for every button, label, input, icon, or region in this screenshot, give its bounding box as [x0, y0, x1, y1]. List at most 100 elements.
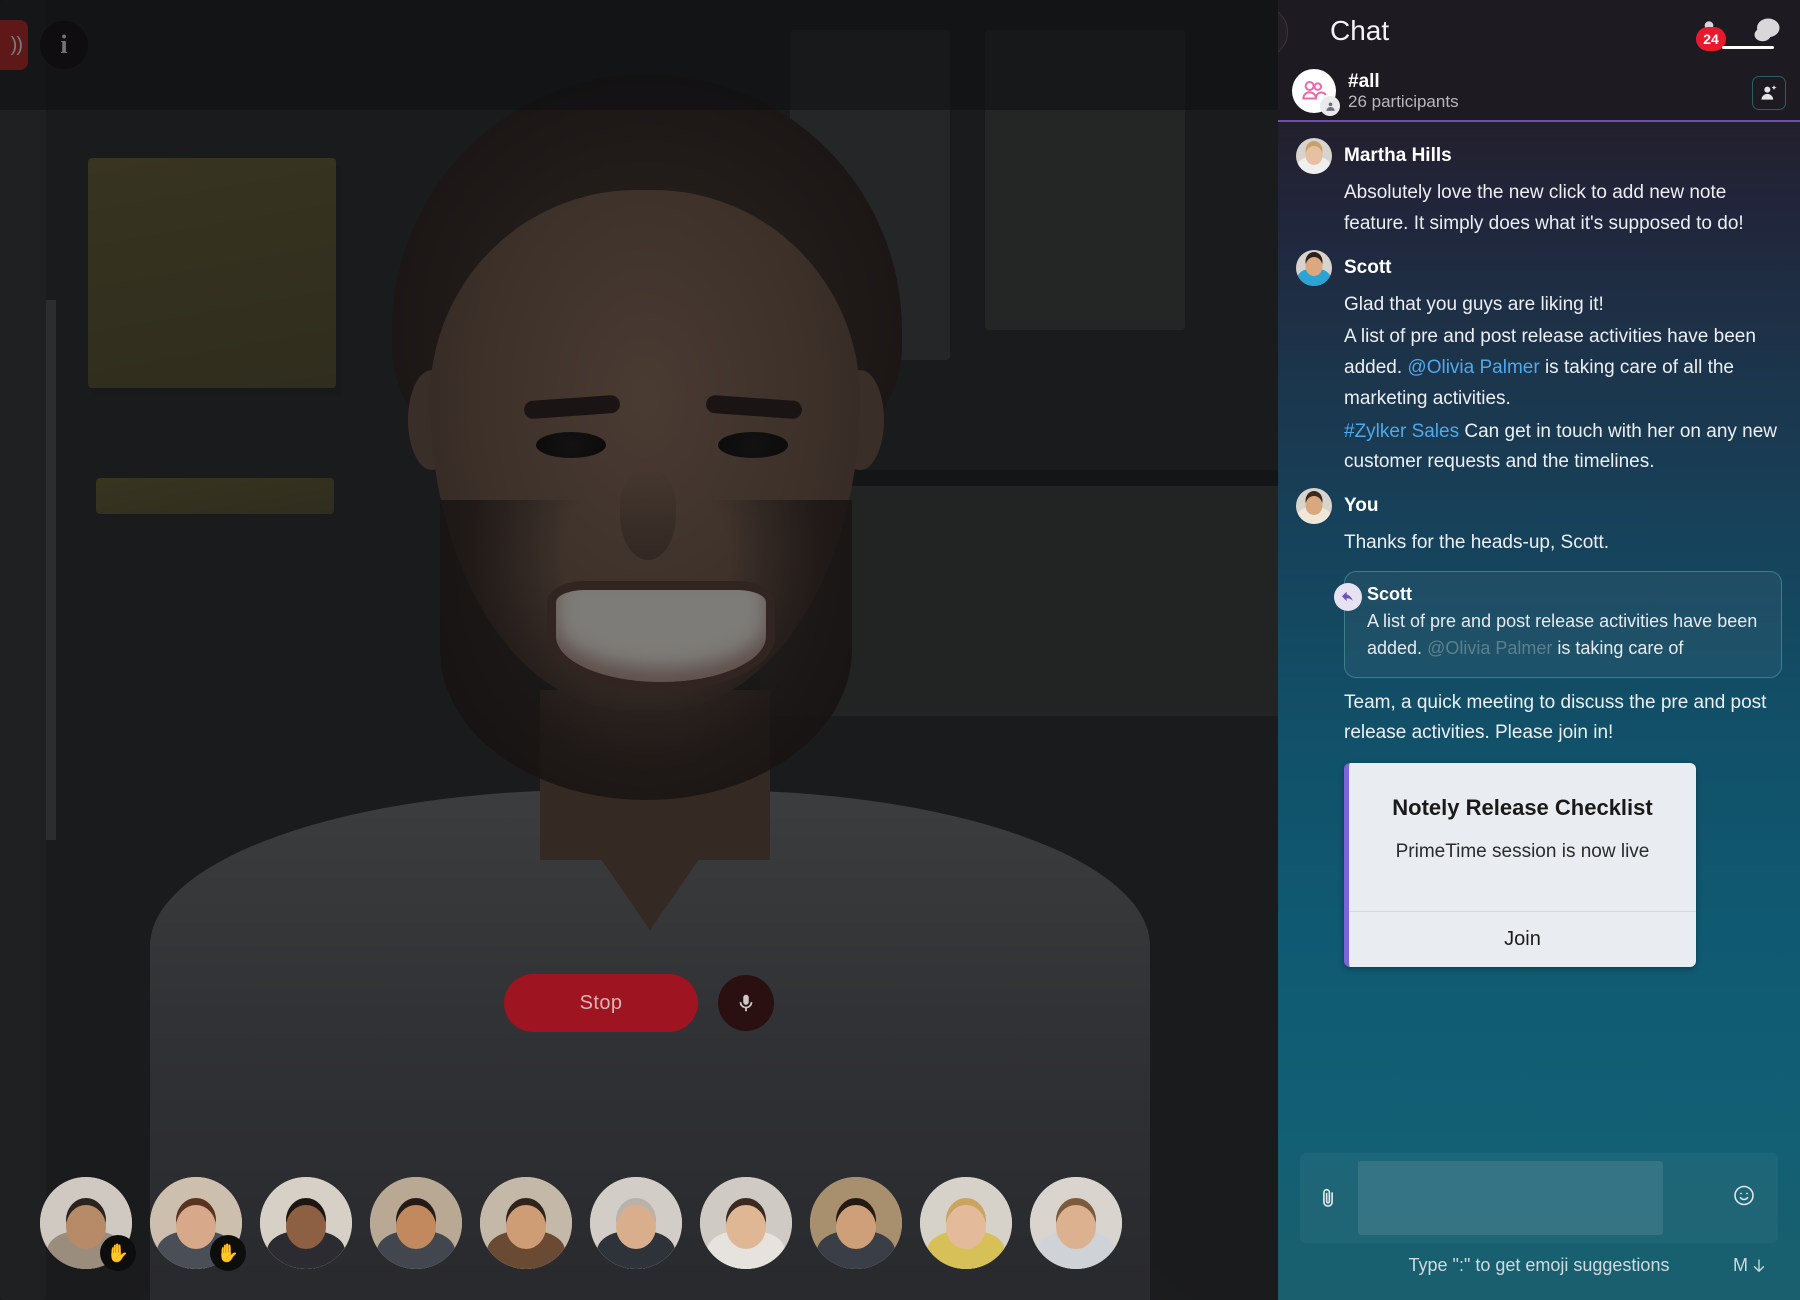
message-text: Team, a quick meeting to discuss the pre…: [1344, 692, 1766, 744]
avatar-head: [946, 1205, 986, 1249]
participant-thumbnail[interactable]: ✋: [150, 1177, 242, 1269]
participant-avatar: [590, 1177, 682, 1269]
participant-thumbnail[interactable]: [1030, 1177, 1122, 1269]
participant-thumbnail[interactable]: [700, 1177, 792, 1269]
avatar: [1296, 250, 1332, 286]
message-text: Glad that you guys are liking it!: [1344, 294, 1604, 315]
raised-hand-icon: ✋: [100, 1235, 136, 1271]
participant-thumbnail[interactable]: [810, 1177, 902, 1269]
participant-thumbnail[interactable]: ✋: [40, 1177, 132, 1269]
paperclip-icon[interactable]: [1310, 1175, 1346, 1221]
channel-link[interactable]: #Zylker Sales: [1344, 421, 1459, 442]
participant-avatar: [260, 1177, 352, 1269]
message-sender: Martha Hills: [1344, 145, 1452, 167]
message-input-wrap: [1358, 1161, 1768, 1235]
avatar-head: [286, 1205, 326, 1249]
participant-thumbnail[interactable]: [920, 1177, 1012, 1269]
participant-thumbnail[interactable]: [480, 1177, 572, 1269]
microphone-icon[interactable]: [718, 975, 774, 1031]
recording-badge: )): [0, 20, 28, 70]
chat-message: You Thanks for the heads-up, Scott. ScottA…: [1278, 488, 1800, 967]
chat-panel: Chat 24 #all 26 parti: [1278, 0, 1800, 1300]
message-list[interactable]: Martha Hills Absolutely love the new clic…: [1278, 122, 1800, 1153]
participant-avatar: [920, 1177, 1012, 1269]
message-text: Absolutely love the new click to add new…: [1344, 182, 1744, 234]
message-text: Thanks for the heads-up, Scott.: [1344, 532, 1609, 553]
message-input[interactable]: [1358, 1161, 1663, 1235]
avatar-head: [836, 1205, 876, 1249]
message-text: is taking care of: [1552, 638, 1683, 658]
markdown-label: M: [1733, 1255, 1748, 1276]
participant-avatar: [370, 1177, 462, 1269]
mention-link[interactable]: @Olivia Palmer: [1407, 357, 1539, 378]
message-paragraph: Glad that you guys are liking it!: [1344, 290, 1782, 321]
card-title: Notely Release Checklist: [1367, 795, 1678, 821]
video-stage: )) i Stop ✋✋: [0, 0, 1278, 1300]
call-controls: Stop: [0, 974, 1278, 1032]
add-person-icon[interactable]: [1752, 76, 1786, 110]
participant-avatar: [700, 1177, 792, 1269]
message-paragraph: A list of pre and post release activitie…: [1344, 322, 1782, 414]
meeting-invite-card: Notely Release Checklist PrimeTime sessio…: [1344, 763, 1696, 967]
message-paragraph: Thanks for the heads-up, Scott.: [1344, 528, 1782, 559]
group-badge-icon: [1320, 96, 1340, 116]
participant-avatar: [480, 1177, 572, 1269]
card-content: Notely Release Checklist PrimeTime sessio…: [1349, 763, 1696, 911]
composer-row: [1300, 1153, 1778, 1243]
avatar-head: [1056, 1205, 1096, 1249]
join-button[interactable]: Join: [1349, 911, 1696, 967]
avatar: [1296, 138, 1332, 174]
quote-sender: Scott: [1367, 584, 1765, 605]
stage-overlay-dim: [0, 0, 1278, 1300]
chat-bubble-icon[interactable]: [1750, 11, 1784, 51]
avatar-head: [506, 1205, 546, 1249]
message-paragraph: Team, a quick meeting to discuss the pre…: [1344, 688, 1782, 750]
emoji-smiley-icon[interactable]: [1732, 1184, 1756, 1213]
participant-thumbnail[interactable]: [260, 1177, 352, 1269]
participants-strip[interactable]: ✋✋: [0, 1168, 1278, 1278]
participant-thumbnail[interactable]: [590, 1177, 682, 1269]
message-composer: Type ":" to get emoji suggestions M: [1278, 1153, 1800, 1300]
stop-button[interactable]: Stop: [504, 974, 698, 1032]
group-avatar-icon: [1292, 69, 1336, 113]
avatar-head: [1306, 146, 1323, 165]
avatar-head: [1306, 496, 1323, 515]
participant-thumbnail[interactable]: [370, 1177, 462, 1269]
participant-avatar: [810, 1177, 902, 1269]
people-icon[interactable]: 24: [1692, 11, 1726, 51]
arrow-down-icon: [1750, 1257, 1768, 1275]
card-subtitle: PrimeTime session is now live: [1367, 841, 1678, 863]
chat-header-actions: 24: [1692, 0, 1784, 62]
avatar-head: [1306, 257, 1323, 276]
mention-link[interactable]: @Olivia Palmer: [1427, 638, 1552, 658]
avatar-head: [176, 1205, 216, 1249]
recording-badge-label: )): [11, 34, 22, 57]
info-icon[interactable]: i: [40, 21, 88, 69]
channel-participants: 26 participants: [1348, 92, 1459, 111]
chat-message: Martha Hills Absolutely love the new clic…: [1278, 138, 1800, 240]
reply-icon: [1334, 583, 1362, 611]
message-sender: You: [1344, 495, 1378, 517]
channel-name: #all: [1348, 71, 1459, 92]
channel-bar[interactable]: #all 26 participants: [1278, 62, 1800, 122]
composer-footer: Type ":" to get emoji suggestions M: [1300, 1243, 1778, 1292]
quoted-message[interactable]: ScottA list of pre and post release acti…: [1296, 571, 1782, 678]
avatar-head: [396, 1205, 436, 1249]
arrow-right-icon[interactable]: [1278, 6, 1288, 58]
message-body: Absolutely love the new click to add new…: [1296, 178, 1782, 240]
message-paragraph: #Zylker Sales Can get in touch with her …: [1344, 417, 1782, 479]
message-header: Martha Hills: [1296, 138, 1782, 174]
message-body: Glad that you guys are liking it! A list …: [1296, 290, 1782, 479]
markdown-toggle[interactable]: M: [1733, 1255, 1768, 1276]
emoji-hint: Type ":" to get emoji suggestions: [1409, 1255, 1670, 1276]
chat-header: Chat 24: [1278, 0, 1800, 62]
app-root: )) i Stop ✋✋ Chat 24: [0, 0, 1800, 1300]
message-sender: Scott: [1344, 257, 1392, 279]
avatar-head: [616, 1205, 656, 1249]
avatar-head: [66, 1205, 106, 1249]
channel-info: #all 26 participants: [1348, 71, 1459, 111]
page-title: Chat: [1330, 15, 1389, 47]
message-paragraph: Absolutely love the new click to add new…: [1344, 178, 1782, 240]
quote-box: ScottA list of pre and post release acti…: [1344, 571, 1782, 678]
message-body-after-quote: Team, a quick meeting to discuss the pre…: [1296, 688, 1782, 750]
